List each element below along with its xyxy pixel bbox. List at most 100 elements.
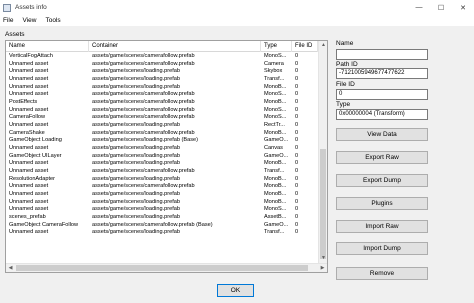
scroll-up-arrow-icon[interactable]: ▲ xyxy=(319,41,327,50)
import-dump-button[interactable]: Import Dump xyxy=(336,242,428,255)
maximize-button[interactable]: ☐ xyxy=(430,0,452,15)
horizontal-scrollbar[interactable]: ◀ ▶ xyxy=(6,263,327,272)
cell-container: assets/game/scenes/loading.prefab xyxy=(92,190,181,197)
table-row[interactable]: Unnamed asset assets/game/scenes/loading.… xyxy=(6,68,323,76)
cell-type: RectTr... xyxy=(264,121,285,128)
cell-type: MonoS... xyxy=(264,114,287,121)
assets-label: Assets xyxy=(5,31,25,38)
table-row[interactable]: Unnamed asset assets/game/scenes/loading.… xyxy=(6,144,323,153)
import-raw-button[interactable]: Import Raw xyxy=(336,220,428,233)
cell-type: MonoS... xyxy=(264,206,287,213)
cell-name: Unnamed asset xyxy=(9,167,49,174)
table-header: Name Container Type File ID P xyxy=(6,41,326,52)
cell-name: GameObject UILayer xyxy=(9,152,62,159)
cell-type: MonoB... xyxy=(264,183,287,190)
view-data-button[interactable]: View Data xyxy=(336,128,428,141)
export-dump-button[interactable]: Export Dump xyxy=(336,174,428,187)
table-row[interactable]: Unnamed asset assets/game/scenes/camerafo… xyxy=(6,167,323,176)
cell-container: assets/game/scenes/loading.prefab xyxy=(92,206,181,213)
window-title: Assets info xyxy=(15,4,47,11)
menu-view[interactable]: View xyxy=(22,17,36,24)
table-row[interactable]: ResolutionAdapter assets/game/scenes/load… xyxy=(6,175,323,184)
table-row[interactable]: Unnamed asset assets/game/scenes/camerafo… xyxy=(6,107,323,115)
cell-file-id: 0 xyxy=(295,68,299,75)
minimize-button[interactable]: — xyxy=(408,0,430,15)
cell-type: MonoB... xyxy=(264,175,287,182)
table-row[interactable]: scenes_prefab assets/game/scenes/loading.… xyxy=(6,213,323,222)
cell-file-id: 0 xyxy=(295,221,299,228)
vertical-scroll-thumb[interactable] xyxy=(320,149,326,259)
title-bar: Assets info — ☐ ✕ xyxy=(0,0,474,15)
cell-name: ResolutionAdapter xyxy=(9,175,56,182)
cell-type: GameO... xyxy=(264,152,289,159)
cell-file-id: 0 xyxy=(295,190,299,197)
cell-file-id: 0 xyxy=(295,98,299,105)
table-row[interactable]: Unnamed asset assets/game/scenes/loading.… xyxy=(6,206,323,214)
plugins-button[interactable]: Plugins xyxy=(336,197,428,210)
table-row[interactable]: GameObject Loading assets/game/scenes/loa… xyxy=(6,137,323,145)
cell-name: Unnamed asset xyxy=(9,68,49,75)
cell-type: MonoS... xyxy=(264,91,287,98)
remove-button[interactable]: Remove xyxy=(336,267,428,280)
type-label: Type xyxy=(336,101,351,108)
cell-container: assets/game/scenes/camerafollow.prefab xyxy=(92,167,195,174)
export-raw-button[interactable]: Export Raw xyxy=(336,151,428,164)
column-header-file-id[interactable]: File ID xyxy=(292,41,318,52)
table-row[interactable]: Unnamed asset assets/game/scenes/loading.… xyxy=(6,190,323,199)
cell-name: Unnamed asset xyxy=(9,198,49,205)
cell-type: GameO... xyxy=(264,221,289,228)
cell-name: Unnamed asset xyxy=(9,160,49,167)
vertical-scrollbar[interactable]: ▲ ▼ xyxy=(318,41,327,263)
cell-name: VerticalFogAttach xyxy=(9,53,53,59)
close-button[interactable]: ✕ xyxy=(452,0,474,15)
table-row[interactable]: Unnamed asset assets/game/scenes/camerafo… xyxy=(6,91,323,99)
table-row[interactable]: Unnamed asset assets/game/scenes/loading.… xyxy=(6,121,323,130)
scroll-right-arrow-icon[interactable]: ▶ xyxy=(318,264,327,272)
cell-type: MonoB... xyxy=(264,198,287,205)
cell-type: AssetB... xyxy=(264,213,287,220)
cell-name: Unnamed asset xyxy=(9,183,49,190)
path-id-field[interactable]: -7121005949677477622 xyxy=(336,68,428,79)
cell-container: assets/game/scenes/loading.prefab xyxy=(92,144,181,151)
column-header-container[interactable]: Container xyxy=(89,41,261,52)
table-row[interactable]: Unnamed asset assets/game/scenes/camerafo… xyxy=(6,183,323,191)
scroll-down-arrow-icon[interactable]: ▼ xyxy=(319,254,327,263)
assets-table[interactable]: Name Container Type File ID P VerticalFo… xyxy=(5,40,328,273)
cell-file-id: 0 xyxy=(295,175,299,182)
file-id-field[interactable]: 0 xyxy=(336,89,428,100)
table-row[interactable]: GameObject UILayer assets/game/scenes/loa… xyxy=(6,152,323,161)
column-header-type[interactable]: Type xyxy=(261,41,292,52)
cell-file-id: 0 xyxy=(295,137,299,144)
path-id-label: Path ID xyxy=(336,61,358,68)
cell-container: assets/game/scenes/loading.prefab xyxy=(92,198,181,205)
type-field[interactable]: 0x00000004 (Transform) xyxy=(336,109,428,120)
cell-container: assets/game/scenes/camerafollow.prefab xyxy=(92,183,195,190)
table-row[interactable]: Unnamed asset assets/game/scenes/loading.… xyxy=(6,160,323,168)
scroll-left-arrow-icon[interactable]: ◀ xyxy=(6,264,15,272)
cell-container: assets/game/scenes/loading.prefab xyxy=(92,83,181,90)
table-row[interactable]: CameraFollow assets/game/scenes/camerafol… xyxy=(6,114,323,122)
cell-file-id: 0 xyxy=(295,83,299,90)
table-row[interactable]: Unnamed asset assets/game/scenes/loading.… xyxy=(6,198,323,207)
horizontal-scroll-thumb[interactable] xyxy=(16,265,308,271)
table-row[interactable]: GameObject CameraFollow assets/game/scene… xyxy=(6,221,323,230)
cell-name: Unnamed asset xyxy=(9,190,49,197)
table-row[interactable]: PostEffects assets/game/scenes/camerafoll… xyxy=(6,98,323,107)
table-row[interactable]: Unnamed asset assets/game/scenes/loading.… xyxy=(6,76,323,84)
menu-tools[interactable]: Tools xyxy=(45,17,60,24)
column-header-name[interactable]: Name xyxy=(6,41,89,52)
name-field[interactable] xyxy=(336,49,428,60)
cell-type: Camera xyxy=(264,60,284,67)
table-row[interactable]: CameraShake assets/game/scenes/camerafoll… xyxy=(6,130,323,138)
cell-container: assets/game/scenes/loading.prefab xyxy=(92,68,181,75)
cell-type: Canvas xyxy=(264,144,283,151)
table-row[interactable]: Unnamed asset assets/game/scenes/loading.… xyxy=(6,83,323,92)
cell-name: PostEffects xyxy=(9,98,38,105)
table-row[interactable]: Unnamed asset assets/game/scenes/camerafo… xyxy=(6,60,323,69)
menu-file[interactable]: File xyxy=(3,17,13,24)
cell-container: assets/game/scenes/camerafollow.prefab xyxy=(92,114,195,121)
ok-button[interactable]: OK xyxy=(217,284,254,297)
table-row[interactable]: VerticalFogAttach assets/game/scenes/came… xyxy=(6,53,323,61)
table-row[interactable]: Unnamed asset assets/game/scenes/loading.… xyxy=(6,229,323,237)
cell-type: GameO... xyxy=(264,137,289,144)
